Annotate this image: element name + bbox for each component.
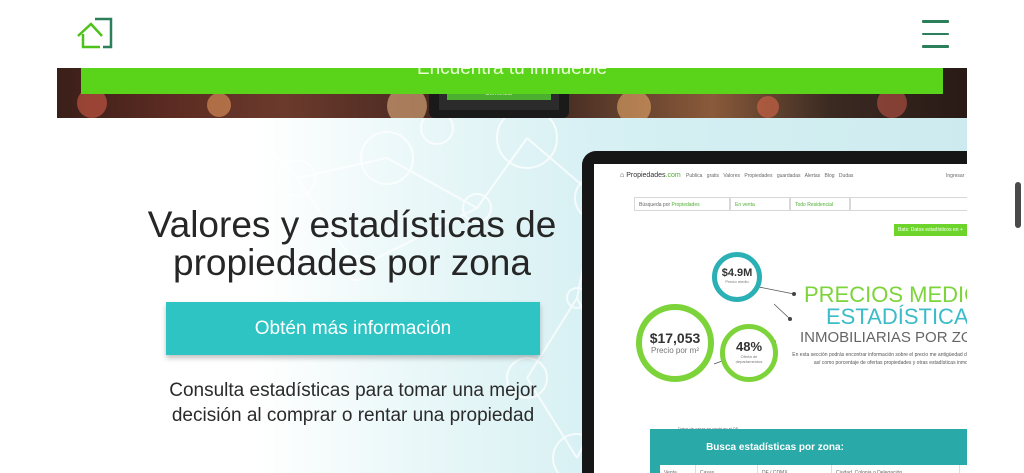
mock-cell-city: Ciudad, Colonia o Delegación xyxy=(832,465,960,473)
laptop-screen: ⌂ Propiedades.com Publica gratis Valores… xyxy=(594,164,967,473)
laptop-mockup: ⌂ Propiedades.com Publica gratis Valores… xyxy=(582,151,967,473)
bokeh-light xyxy=(617,90,651,118)
find-property-button[interactable]: Encuentra tu inmueble xyxy=(81,68,943,94)
mock-search-panel: Busca estadísticas por zona: Venta Casas… xyxy=(650,429,967,473)
menu-bar xyxy=(922,45,949,48)
find-property-label: Encuentra tu inmueble xyxy=(416,68,608,79)
median-price-ring: $4.9M Precio medio xyxy=(712,252,762,302)
mock-panel-title: Busca estadísticas por zona: xyxy=(706,442,844,453)
mock-cell-venta: Venta xyxy=(660,465,696,473)
mock-heading-2: ESTADÍSTICAS xyxy=(826,304,967,329)
menu-bar xyxy=(922,20,949,23)
price-per-m2-value: $17,053 xyxy=(649,330,701,346)
mock-cell-region: DF / CDMX xyxy=(758,465,832,473)
median-price-label: Precio medio xyxy=(725,279,749,284)
mock-cell-casas: Casas xyxy=(696,465,758,473)
bokeh-light xyxy=(757,96,779,118)
offer-ring: 48% Oferta de departamentos xyxy=(720,324,778,382)
offer-value: 48% xyxy=(735,339,763,354)
section-description: Consulta estadísticas para tomar una mej… xyxy=(169,380,537,426)
hero-banner: Comenzar Encuentra tu inmueble xyxy=(57,68,967,118)
page-scrollbar[interactable] xyxy=(1015,182,1021,228)
house-logo-icon[interactable] xyxy=(76,16,114,50)
site-header xyxy=(0,0,1024,68)
section-title: Valores y estadísticas de propiedades po… xyxy=(147,204,557,283)
mock-heading-1: PRECIOS MEDIO xyxy=(804,282,967,307)
more-info-button[interactable]: Obtén más información xyxy=(166,302,540,355)
median-price-value: $4.9M xyxy=(721,267,753,279)
stats-section: Valores y estadísticas de propiedades po… xyxy=(57,118,967,473)
bokeh-light xyxy=(207,93,231,117)
magnifier-icon: ⚲ xyxy=(960,465,967,473)
offer-label: Oferta de departamentos xyxy=(735,354,763,364)
price-per-m2-label: Precio por m² xyxy=(650,346,699,355)
hamburger-menu-icon[interactable] xyxy=(922,20,949,48)
mock-heading-3: INMOBILIARIAS POR ZON xyxy=(800,329,967,346)
menu-bar xyxy=(922,32,949,35)
mock-paragraph: En esta sección podrás encontrar informa… xyxy=(792,352,967,366)
mock-search-row: Venta Casas DF / CDMX Ciudad, Colonia o … xyxy=(660,465,967,473)
price-per-m2-ring: $17,053 Precio por m² xyxy=(636,304,714,382)
